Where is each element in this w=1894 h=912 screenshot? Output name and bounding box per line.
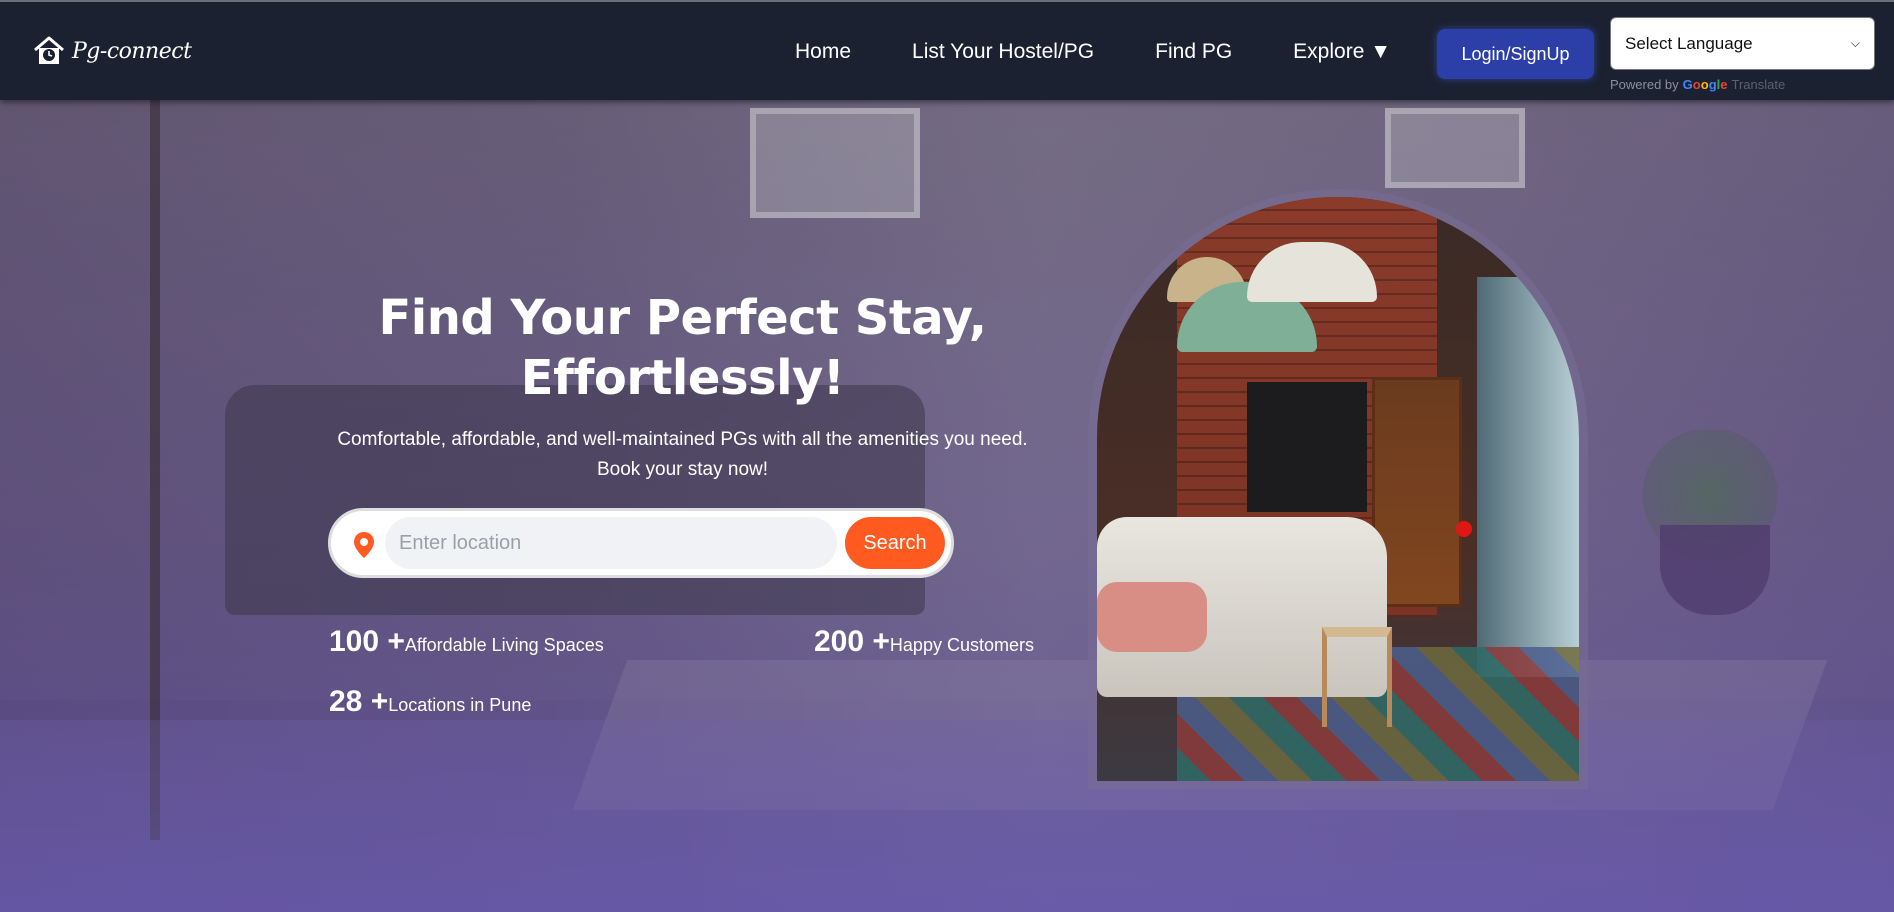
chevron-down-icon: ⌵ (1850, 36, 1860, 50)
login-signup-button[interactable]: Login/SignUp (1437, 29, 1594, 79)
background-sofa (225, 385, 925, 615)
brand-name: Pg-connect (72, 38, 192, 64)
stat-locations-pune: 28 +Locations in Pune (329, 685, 531, 719)
background-window (750, 108, 920, 218)
google-logo: Google (1682, 77, 1728, 92)
translate-link[interactable]: Translate (1732, 77, 1786, 92)
room-window (1477, 277, 1579, 677)
brand-logo[interactable]: Pg-connect (32, 34, 192, 68)
powered-by-text: Powered by (1610, 77, 1679, 92)
stat-label: Happy Customers (889, 635, 1034, 655)
background-plant-pot (1660, 525, 1770, 615)
house-clock-icon (34, 36, 64, 64)
side-table (1322, 627, 1392, 727)
hero-subtitle: Comfortable, affordable, and well-mainta… (337, 429, 1028, 480)
stat-label: Affordable Living Spaces (404, 635, 604, 655)
google-translate-credit: Powered by Google Translate (1610, 77, 1785, 92)
hero-title: Find Your Perfect Stay, Effortlessly! (378, 290, 987, 406)
stat-affordable-spaces: 100 +Affordable Living Spaces (329, 625, 604, 659)
language-select[interactable]: Select Language ⌵ (1610, 17, 1875, 70)
arch-image-frame (1088, 189, 1588, 789)
stat-number: 100 + (329, 625, 405, 658)
language-select-value: Select Language (1625, 33, 1753, 53)
stat-number: 200 + (814, 625, 890, 658)
room-photo (1097, 197, 1579, 781)
hero-section: Find Your Perfect Stay, Effortlessly! Co… (0, 100, 1894, 912)
background-floor (0, 720, 1894, 912)
nav-list-hostel[interactable]: List Your Hostel/PG (912, 40, 1094, 64)
pink-blanket (1097, 582, 1207, 652)
stat-label: Locations in Pune (388, 695, 532, 715)
nav-find-pg[interactable]: Find PG (1155, 40, 1232, 64)
nav-explore-dropdown[interactable]: Explore ▼ (1293, 40, 1391, 64)
stat-happy-customers: 200 +Happy Customers (814, 625, 1034, 659)
stat-number: 28 + (329, 685, 389, 718)
background-window (1385, 108, 1525, 188)
location-search-bar: Search (328, 508, 954, 578)
nav-links: Home List Your Hostel/PG Find PG Explore… (795, 40, 1391, 64)
nav-home[interactable]: Home (795, 40, 851, 64)
location-search-input[interactable] (385, 517, 837, 569)
navbar: Pg-connect Home List Your Hostel/PG Find… (0, 0, 1894, 100)
search-button[interactable]: Search (845, 517, 945, 569)
red-marker (1456, 521, 1472, 537)
location-pin-icon (354, 532, 374, 558)
chalkboard (1247, 382, 1367, 512)
